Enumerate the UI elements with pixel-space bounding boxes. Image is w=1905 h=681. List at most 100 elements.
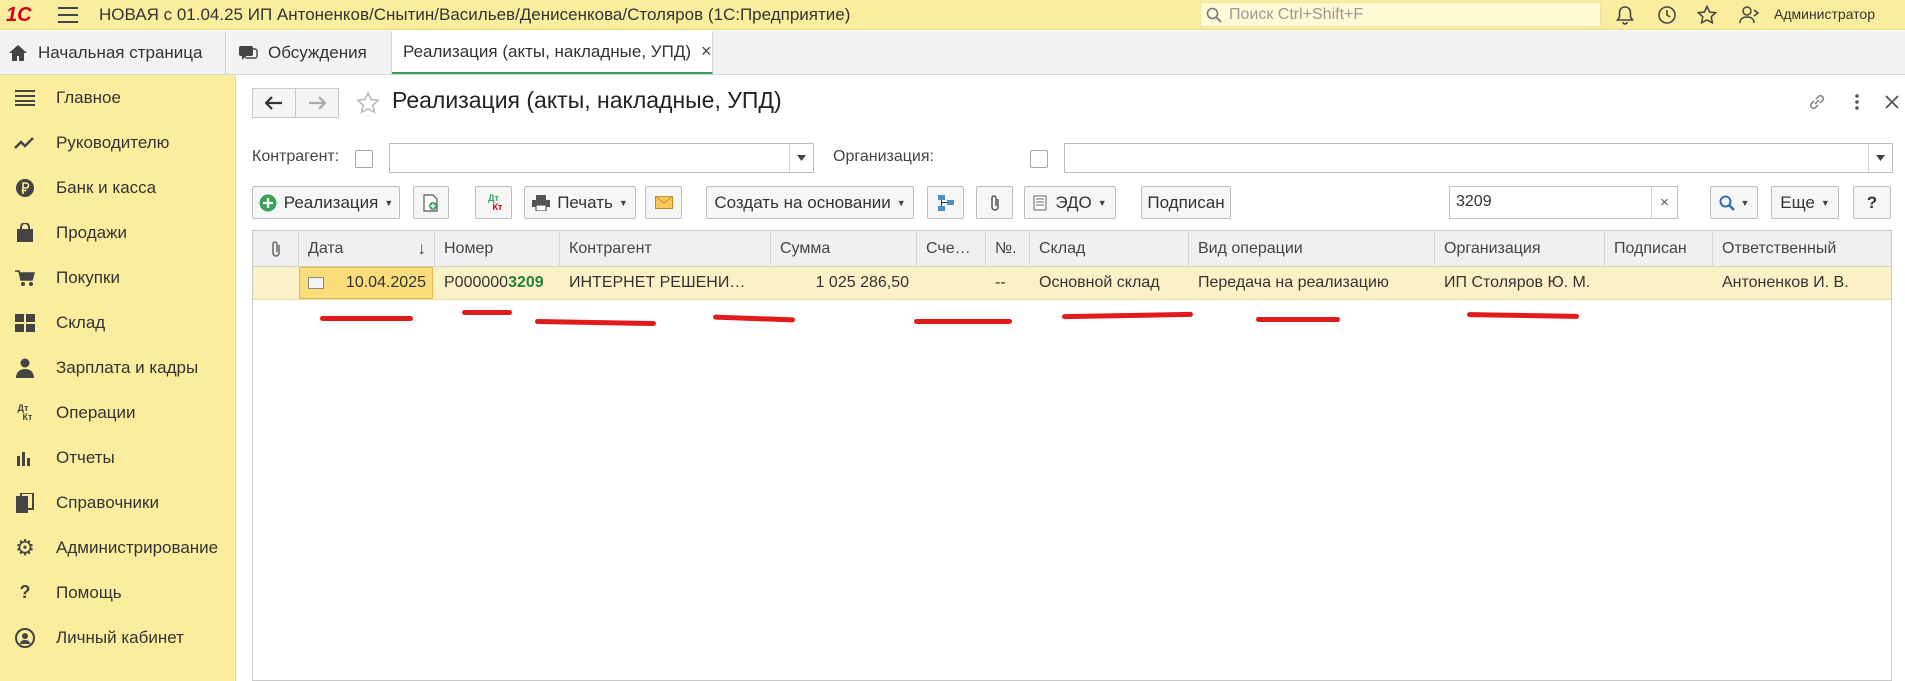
- forward-button[interactable]: [295, 88, 339, 118]
- cell-invoice[interactable]: [917, 267, 986, 299]
- edo-button[interactable]: ЭДО ▼: [1024, 186, 1116, 219]
- close-form-icon[interactable]: [1881, 91, 1903, 113]
- column-responsible[interactable]: Ответственный: [1713, 231, 1891, 267]
- sidebar-item-salary[interactable]: Зарплата и кадры: [0, 345, 236, 390]
- clear-search-icon[interactable]: ×: [1651, 187, 1677, 218]
- red-underline-responsible: [1466, 312, 1580, 319]
- paperclip-icon: [990, 194, 999, 211]
- cart-icon: [14, 267, 36, 289]
- dt-kt-button[interactable]: Дт Кт: [475, 186, 512, 219]
- signed-button[interactable]: Подписан: [1141, 186, 1231, 219]
- organization-filter-checkbox[interactable]: [1030, 150, 1048, 168]
- bar-chart-icon: [14, 447, 36, 469]
- search-placeholder: Поиск Ctrl+Shift+F: [1229, 6, 1364, 23]
- warehouse-icon: [14, 312, 36, 334]
- print-button[interactable]: Печать ▼: [524, 186, 636, 219]
- sidebar-item-sales[interactable]: Продажи: [0, 210, 236, 255]
- red-underline-sum: [712, 314, 796, 323]
- search-icon: [1719, 195, 1735, 211]
- sidebar-item-account[interactable]: Личный кабинет: [0, 615, 236, 660]
- email-button[interactable]: [645, 186, 682, 219]
- tab-realization[interactable]: Реализация (акты, накладные, УПД) ×: [392, 31, 713, 74]
- cell-sum[interactable]: 1 025 286,50: [771, 267, 917, 299]
- list-search-value: 3209: [1456, 193, 1492, 210]
- column-signed[interactable]: Подписан: [1605, 231, 1713, 267]
- chevron-down-icon[interactable]: [1868, 144, 1892, 172]
- chat-icon: [238, 44, 258, 62]
- sum-value: 1 025 286,50: [815, 274, 909, 291]
- favorites-star-icon[interactable]: [1696, 4, 1718, 26]
- sidebar-item-operations[interactable]: Дт Кт Операции: [0, 390, 236, 435]
- sidebar-item-manager[interactable]: Руководителю: [0, 120, 236, 165]
- cell-date[interactable]: 10.04.2025: [299, 267, 433, 299]
- sidebar-item-admin[interactable]: ⚙ Администрирование: [0, 525, 236, 570]
- paperclip-icon: [271, 241, 280, 257]
- chevron-down-icon[interactable]: [789, 144, 813, 172]
- column-date[interactable]: Дата ↓: [299, 231, 435, 267]
- sidebar-item-main[interactable]: Главное: [0, 75, 236, 120]
- column-invoice[interactable]: Сче…: [917, 231, 986, 267]
- structure-button[interactable]: [927, 186, 964, 219]
- copy-document-button[interactable]: [413, 186, 449, 219]
- date-value: 10.04.2025: [345, 274, 426, 291]
- no-value: --: [995, 274, 1006, 291]
- account-icon: [14, 627, 36, 649]
- column-label: Подписан: [1614, 240, 1687, 257]
- column-no[interactable]: №.: [986, 231, 1030, 267]
- column-organization[interactable]: Организация: [1435, 231, 1605, 267]
- tab-label: Обсуждения: [268, 42, 367, 62]
- column-counterparty[interactable]: Контрагент: [560, 231, 771, 267]
- history-icon[interactable]: [1656, 4, 1678, 26]
- search-options-button[interactable]: ▼: [1710, 186, 1758, 219]
- cell-signed[interactable]: [1605, 267, 1713, 299]
- column-sum[interactable]: Сумма: [771, 231, 917, 267]
- sidebar-item-help[interactable]: ? Помощь: [0, 570, 236, 615]
- cell-operation[interactable]: Передача на реализацию: [1189, 267, 1435, 299]
- sort-down-icon: ↓: [417, 239, 427, 258]
- main-menu-icon[interactable]: [58, 7, 78, 23]
- counterparty-filter-field[interactable]: [389, 143, 814, 173]
- column-operation[interactable]: Вид операции: [1189, 231, 1435, 267]
- cell-responsible[interactable]: Антоненков И. В.: [1713, 267, 1891, 299]
- number-prefix: Р000000: [444, 274, 509, 291]
- cell-counterparty[interactable]: ИНТЕРНЕТ РЕШЕНИ…: [560, 267, 771, 299]
- favorite-star-icon[interactable]: [355, 90, 381, 116]
- tab-discussions[interactable]: Обсуждения: [226, 31, 392, 74]
- help-button[interactable]: ?: [1853, 186, 1891, 219]
- bell-icon[interactable]: [1614, 4, 1636, 26]
- sidebar-item-bank[interactable]: Банк и касса: [0, 165, 236, 210]
- cell-no[interactable]: --: [986, 267, 1030, 299]
- column-label: №.: [995, 240, 1017, 257]
- attachments-button[interactable]: [976, 186, 1013, 219]
- sidebar-item-reports[interactable]: Отчеты: [0, 435, 236, 480]
- counterparty-filter-checkbox[interactable]: [355, 150, 373, 168]
- cell-warehouse[interactable]: Основной склад: [1030, 267, 1189, 299]
- more-button[interactable]: Еще ▼: [1771, 186, 1839, 219]
- column-number[interactable]: Номер: [435, 231, 560, 267]
- sidebar-item-warehouse[interactable]: Склад: [0, 300, 236, 345]
- column-warehouse[interactable]: Склад: [1030, 231, 1189, 267]
- column-label: Сче…: [926, 240, 971, 257]
- back-button[interactable]: [252, 88, 296, 118]
- more-vertical-icon[interactable]: [1846, 91, 1868, 113]
- organization-filter-field[interactable]: [1064, 143, 1893, 173]
- close-icon[interactable]: ×: [701, 41, 712, 62]
- table-row[interactable]: 10.04.2025 Р000000 3209 ИНТЕРНЕТ РЕШЕНИ… …: [253, 267, 1891, 300]
- sidebar-item-purchases[interactable]: Покупки: [0, 255, 236, 300]
- list-search-input[interactable]: 3209 ×: [1449, 186, 1678, 219]
- link-icon[interactable]: [1806, 91, 1828, 113]
- question-icon: ?: [19, 582, 31, 602]
- user-name[interactable]: Администратор: [1774, 6, 1875, 22]
- user-icon[interactable]: [1738, 4, 1760, 26]
- create-based-on-button[interactable]: Создать на основании ▼: [706, 186, 914, 219]
- attachment-column-header[interactable]: [253, 231, 299, 267]
- global-search-input[interactable]: Поиск Ctrl+Shift+F: [1200, 2, 1601, 27]
- sidebar-item-label: Помощь: [56, 582, 122, 602]
- sidebar-item-references[interactable]: Справочники: [0, 480, 236, 525]
- tab-home[interactable]: Начальная страница: [0, 31, 226, 74]
- create-realization-button[interactable]: Реализация ▼: [252, 186, 400, 219]
- sidebar-item-label: Зарплата и кадры: [56, 357, 199, 377]
- cell-organization[interactable]: ИП Столяров Ю. М.: [1435, 267, 1605, 299]
- cell-number[interactable]: Р000000 3209: [435, 267, 560, 299]
- document-add-icon: [423, 193, 438, 212]
